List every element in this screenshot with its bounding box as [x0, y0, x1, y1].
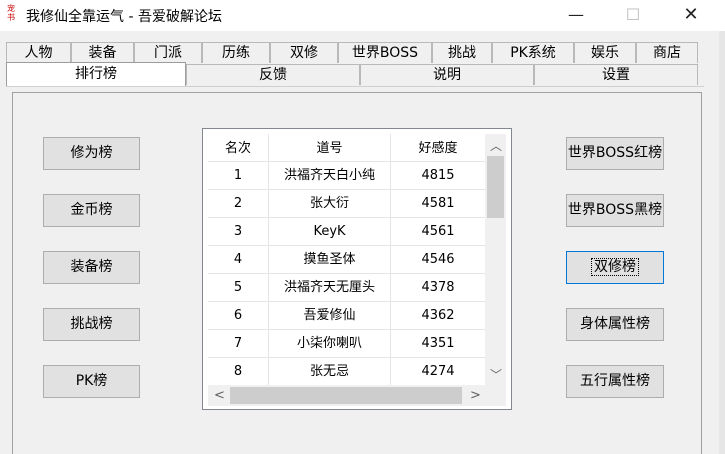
tab-character[interactable]: 人物 [6, 42, 71, 63]
cell-rank[interactable]: 6 [208, 302, 269, 330]
scroll-left-arrow-icon[interactable]: < [214, 388, 225, 403]
cultivation-rank-button[interactable]: 修为榜 [43, 137, 140, 170]
tab-settings[interactable]: 设置 [534, 64, 698, 85]
challenge-rank-button[interactable]: 挑战榜 [43, 308, 140, 341]
vertical-scrollbar[interactable]: ︿ ﹀ [485, 134, 506, 385]
cell-name[interactable]: 摸鱼圣体 [269, 246, 391, 274]
equipment-rank-button[interactable]: 装备榜 [43, 251, 140, 284]
tab-divider [6, 86, 704, 87]
tab-pk-system[interactable]: PK系统 [492, 42, 574, 63]
cell-name[interactable]: 吾爱修仙 [269, 302, 391, 330]
five-elements-rank-button[interactable]: 五行属性榜 [566, 365, 664, 398]
tab-instructions[interactable]: 说明 [360, 64, 534, 85]
tab-sect[interactable]: 门派 [134, 42, 202, 63]
cell-affinity[interactable]: 4546 [391, 246, 486, 274]
dual-cultivation-rank-label: 双修榜 [591, 258, 639, 276]
cell-name[interactable]: 洪福齐天白小纯 [269, 162, 391, 190]
header-affinity[interactable]: 好感度 [391, 134, 486, 162]
cell-name[interactable]: 张无忌 [269, 358, 391, 386]
minimize-button[interactable]: — [553, 0, 599, 31]
tab-shop[interactable]: 商店 [636, 42, 698, 63]
gold-rank-button[interactable]: 金币榜 [43, 194, 140, 227]
pk-rank-button[interactable]: PK榜 [43, 365, 140, 398]
vertical-scroll-thumb[interactable] [487, 156, 504, 218]
app-icon: 宠 书 [7, 4, 15, 22]
close-button[interactable]: ✕ [668, 0, 714, 31]
cell-rank[interactable]: 1 [208, 162, 269, 190]
tab-world-boss[interactable]: 世界BOSS [338, 42, 432, 63]
cell-affinity[interactable]: 4362 [391, 302, 486, 330]
cell-affinity[interactable]: 4815 [391, 162, 486, 190]
world-boss-black-rank-button[interactable]: 世界BOSS黑榜 [566, 194, 664, 227]
cell-affinity[interactable]: 4561 [391, 218, 486, 246]
cell-affinity[interactable]: 4274 [391, 358, 486, 386]
cell-name[interactable]: 洪福齐天无厘头 [269, 274, 391, 302]
tab-dual-cultivation[interactable]: 双修 [270, 42, 338, 63]
scroll-corner [485, 385, 506, 406]
cell-rank[interactable]: 8 [208, 358, 269, 386]
dual-cultivation-rank-button[interactable]: 双修榜 [566, 251, 664, 284]
horizontal-scrollbar[interactable]: < > [208, 385, 485, 406]
scroll-down-arrow-icon[interactable]: ﹀ [490, 366, 502, 383]
cell-affinity[interactable]: 4581 [391, 190, 486, 218]
tab-entertainment[interactable]: 娱乐 [574, 42, 636, 63]
cell-rank[interactable]: 4 [208, 246, 269, 274]
world-boss-red-rank-button[interactable]: 世界BOSS红榜 [566, 137, 664, 170]
horizontal-scroll-thumb[interactable] [230, 387, 462, 404]
tab-equipment[interactable]: 装备 [71, 42, 134, 63]
window-title: 我修仙全靠运气 - 吾爱破解论坛 [26, 9, 222, 25]
cell-rank[interactable]: 5 [208, 274, 269, 302]
cell-name[interactable]: KeyK [269, 218, 391, 246]
header-name[interactable]: 道号 [269, 134, 391, 162]
body-attribute-rank-button[interactable]: 身体属性榜 [566, 308, 664, 341]
title-bar: 宠 书 我修仙全靠运气 - 吾爱破解论坛 — ☐ ✕ [0, 0, 725, 31]
cell-name[interactable]: 张大衍 [269, 190, 391, 218]
window-edge [719, 31, 725, 454]
tab-training[interactable]: 历练 [202, 42, 270, 63]
header-rank[interactable]: 名次 [208, 134, 269, 162]
cell-affinity[interactable]: 4378 [391, 274, 486, 302]
cell-rank[interactable]: 2 [208, 190, 269, 218]
cell-affinity[interactable]: 4351 [391, 330, 486, 358]
tab-challenge[interactable]: 挑战 [432, 42, 492, 63]
maximize-button[interactable]: ☐ [610, 0, 656, 31]
ranking-table: 名次 道号 好感度 1 洪福齐天白小纯 4815 2 张大衍 4581 3 KeyK 4561 4… [208, 134, 506, 406]
tab-leaderboard[interactable]: 排行榜 [6, 62, 186, 87]
cell-name[interactable]: 小柒你喇叭 [269, 330, 391, 358]
tab-feedback[interactable]: 反馈 [186, 64, 360, 85]
scroll-up-arrow-icon[interactable]: ︿ [490, 137, 502, 154]
cell-rank[interactable]: 3 [208, 218, 269, 246]
scroll-right-arrow-icon[interactable]: > [470, 388, 481, 403]
cell-rank[interactable]: 7 [208, 330, 269, 358]
